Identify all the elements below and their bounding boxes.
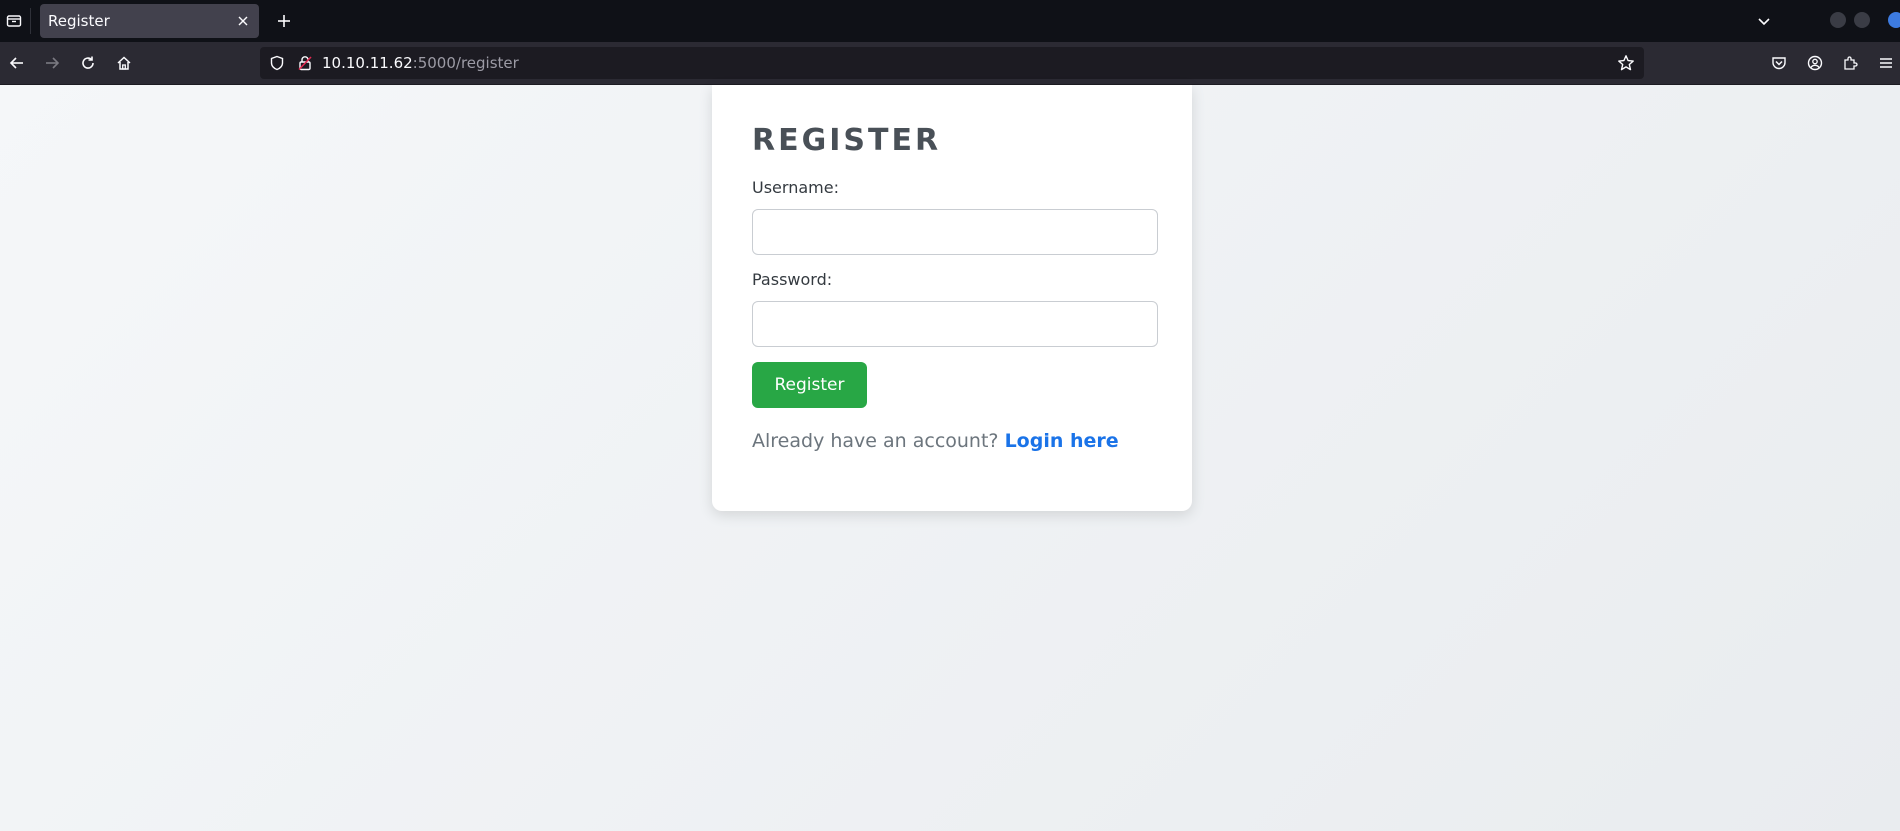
navigation-toolbar: 10.10.11.62:5000/register: [0, 42, 1900, 85]
tab-register[interactable]: Register: [40, 4, 259, 38]
password-input[interactable]: [752, 301, 1158, 347]
tab-bar: Register: [0, 0, 1900, 42]
register-button[interactable]: Register: [752, 362, 867, 408]
tab-title: Register: [48, 12, 110, 30]
tab-overview-icon[interactable]: [0, 0, 28, 42]
extensions-icon[interactable]: [1838, 51, 1862, 75]
username-input[interactable]: [752, 209, 1158, 255]
address-bar[interactable]: 10.10.11.62:5000/register: [260, 47, 1644, 79]
close-icon[interactable]: [235, 13, 251, 29]
username-label: Username:: [752, 178, 839, 197]
tab-separator: [30, 8, 31, 34]
register-card: REGISTER Username: Password: Register Al…: [712, 85, 1192, 511]
url-path: :5000/register: [412, 54, 519, 72]
chevron-down-icon[interactable]: [1754, 11, 1774, 31]
page-title: REGISTER: [752, 123, 942, 158]
login-link[interactable]: Login here: [1005, 430, 1119, 452]
login-prompt-text: Already have an account?: [752, 430, 999, 452]
bookmark-star-icon[interactable]: [1616, 53, 1636, 73]
forward-arrow-icon[interactable]: [40, 51, 64, 75]
url-text[interactable]: 10.10.11.62:5000/register: [322, 54, 519, 72]
window-close-button[interactable]: [1888, 12, 1900, 28]
back-arrow-icon[interactable]: [5, 51, 29, 75]
maximize-button[interactable]: [1854, 12, 1870, 28]
account-icon[interactable]: [1803, 51, 1827, 75]
page-content: REGISTER Username: Password: Register Al…: [0, 85, 1900, 831]
pocket-icon[interactable]: [1767, 51, 1791, 75]
home-icon[interactable]: [112, 51, 136, 75]
new-tab-icon[interactable]: [274, 11, 294, 31]
menu-icon[interactable]: [1874, 51, 1898, 75]
login-prompt-line: Already have an account? Login here: [752, 430, 1152, 452]
reload-icon[interactable]: [76, 51, 100, 75]
minimize-button[interactable]: [1830, 12, 1846, 28]
url-host: 10.10.11.62: [322, 54, 413, 72]
password-label: Password:: [752, 270, 833, 289]
insecure-lock-icon[interactable]: [296, 54, 314, 72]
shield-icon[interactable]: [268, 54, 286, 72]
